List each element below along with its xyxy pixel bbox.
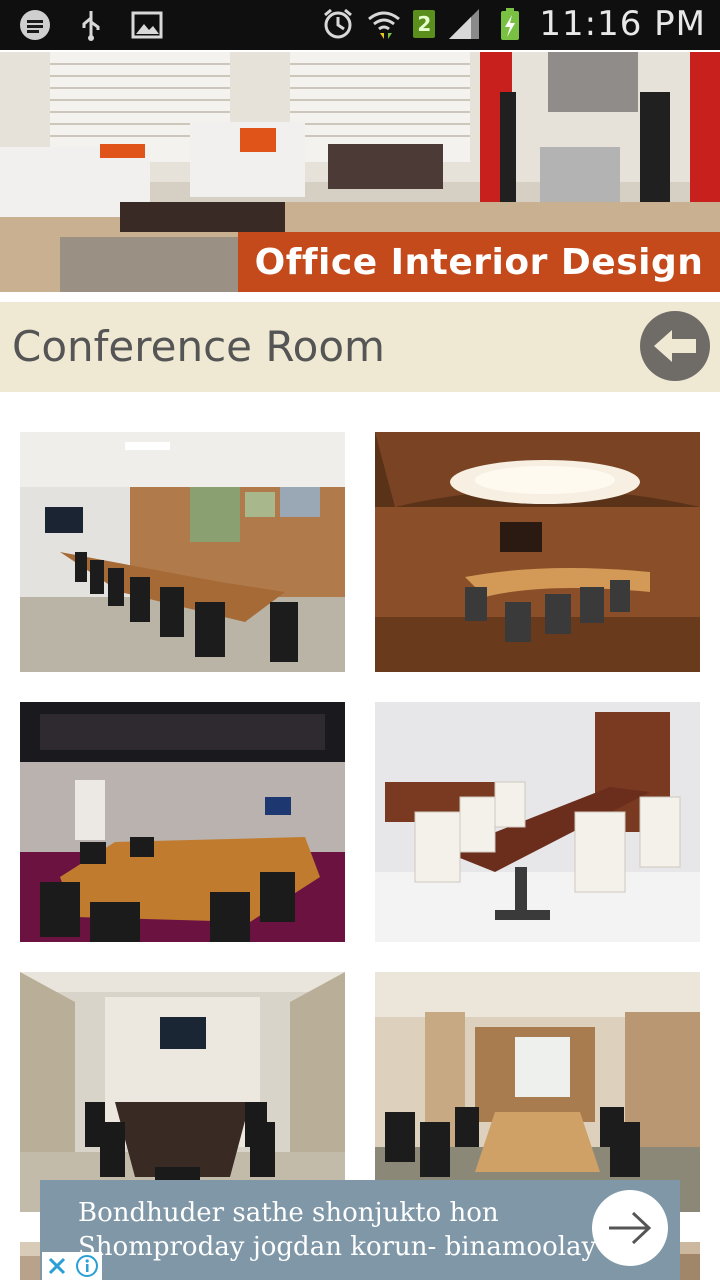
back-button[interactable]: [640, 311, 710, 381]
wifi-icon: [368, 11, 401, 39]
gallery-image-5[interactable]: [20, 972, 345, 1212]
ad-go-button[interactable]: [592, 1190, 668, 1266]
status-bar: 2 11:16 PM: [0, 0, 720, 50]
gallery-image-3[interactable]: [20, 702, 345, 942]
usb-icon: [82, 11, 100, 41]
ad-controls: [42, 1252, 102, 1280]
conference-room-photo: [20, 432, 345, 672]
conference-room-photo: [20, 972, 345, 1212]
chat-icon: [20, 10, 50, 40]
clock: 11:16 PM: [539, 4, 706, 44]
header-banner: Office Interior Design: [0, 52, 720, 292]
conference-room-photo: [20, 702, 345, 942]
title-bar: Conference Room: [0, 302, 720, 392]
gallery-image-2[interactable]: [375, 432, 700, 672]
back-arrow-icon: [654, 330, 696, 362]
gallery-image-1[interactable]: [20, 432, 345, 672]
gallery-image-4[interactable]: [375, 702, 700, 942]
conference-room-photo: [375, 432, 700, 672]
ad-text-line-2: Shomproday jogdan korun- binamoolay: [78, 1232, 597, 1262]
arrow-right-icon: [609, 1211, 652, 1245]
info-icon: [76, 1255, 98, 1277]
conference-room-photo: [375, 702, 700, 942]
gallery-image-6[interactable]: [375, 972, 700, 1212]
sim-badge: 2: [413, 10, 436, 38]
ad-banner[interactable]: Bondhuder sathe shonjukto hon Shomproday…: [40, 1180, 680, 1280]
banner-title: Office Interior Design: [238, 232, 720, 292]
conference-room-photo: [375, 972, 700, 1212]
alarm-icon: [324, 8, 353, 39]
signal-icon: [449, 9, 480, 39]
ad-info-button[interactable]: [72, 1252, 102, 1280]
battery-charging-icon: [501, 8, 520, 40]
ad-text-line-1: Bondhuder sathe shonjukto hon: [78, 1198, 499, 1228]
close-icon: [48, 1257, 66, 1275]
ad-close-button[interactable]: [42, 1252, 72, 1280]
page-title: Conference Room: [12, 322, 385, 371]
image-icon: [131, 11, 163, 39]
